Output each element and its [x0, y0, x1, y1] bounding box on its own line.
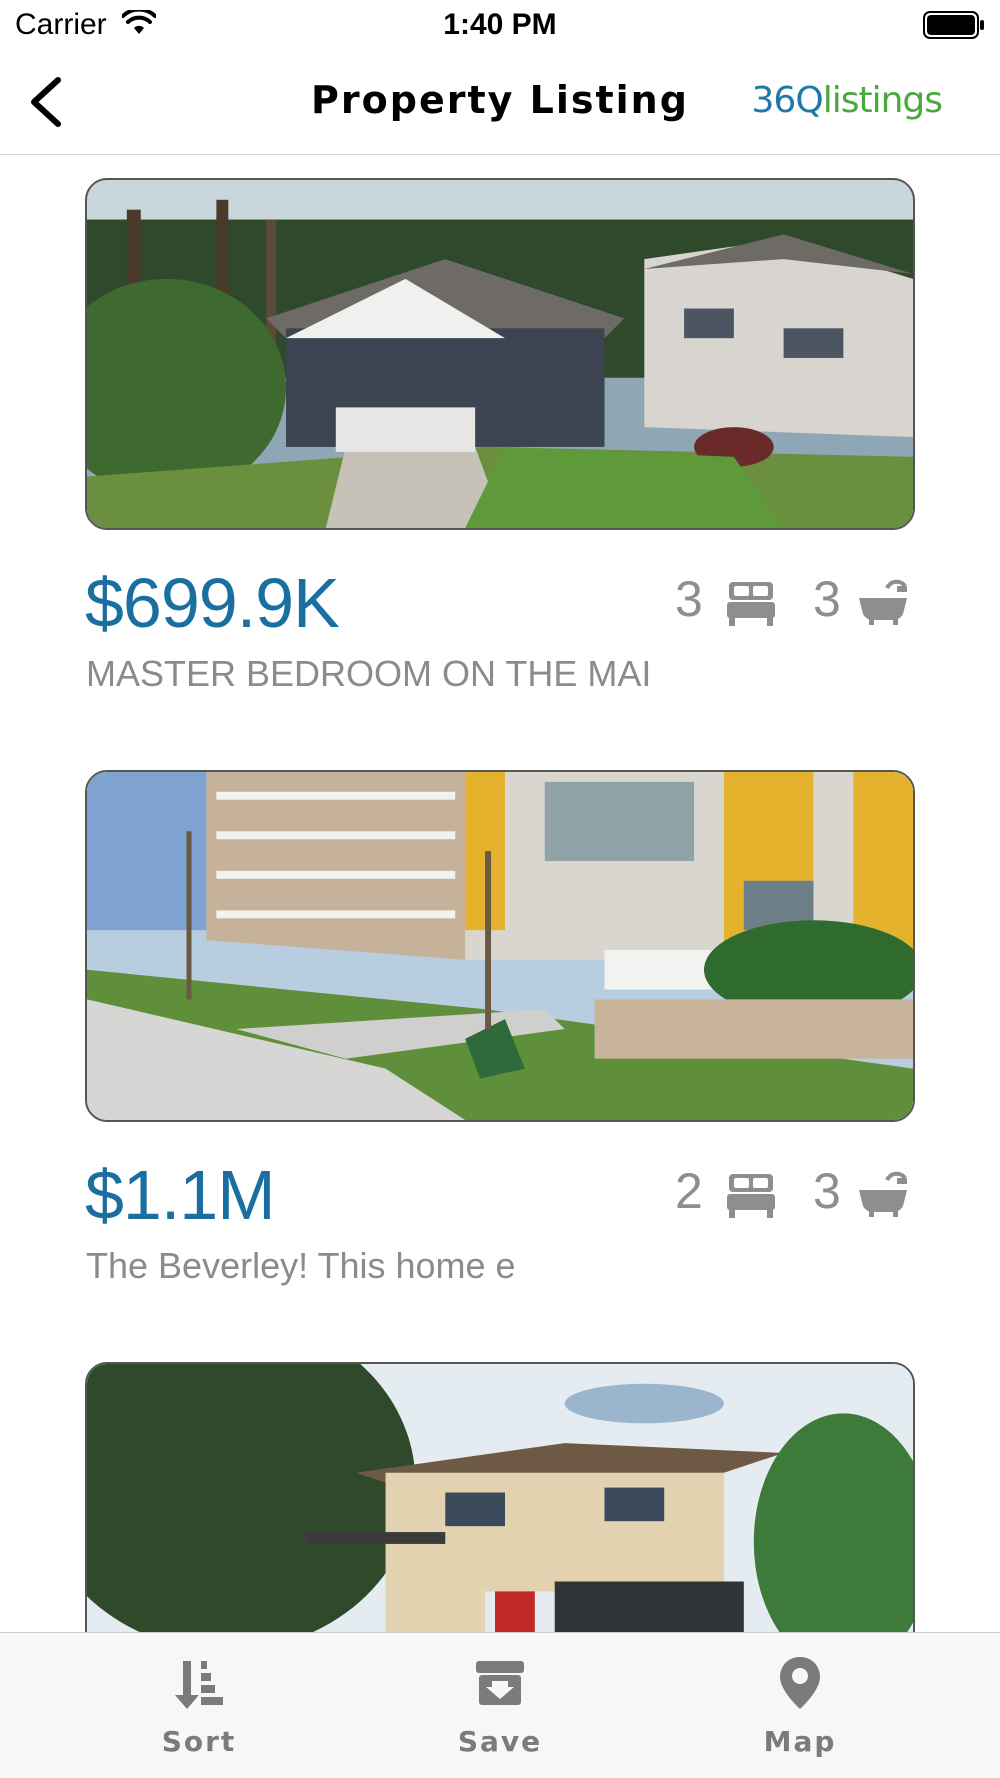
tab-sort[interactable]: Sort	[99, 1633, 299, 1778]
listing-description: MASTER BEDROOM ON THE MAI	[86, 653, 652, 694]
house-photo-image	[87, 1364, 913, 1632]
status-bar: Carrier 1:40 PM	[0, 0, 1000, 50]
bathtub-icon	[859, 1171, 907, 1217]
bed-count: 2	[675, 1163, 703, 1219]
listing-price: $699.9K	[85, 564, 340, 642]
logo-number: 36	[751, 80, 797, 121]
listing-card[interactable]: $1.1M The Beverley! This home e 2 3	[85, 770, 915, 1310]
battery-icon	[923, 11, 984, 39]
listing-description: The Beverley! This home e	[86, 1245, 516, 1286]
bathtub-icon	[859, 579, 907, 625]
bath-count: 3	[813, 571, 841, 627]
tab-save[interactable]: Save	[400, 1633, 600, 1778]
listing-photo[interactable]	[85, 1362, 915, 1632]
logo-word: listings	[822, 80, 943, 121]
bottom-tab-bar: Sort Save Map	[0, 1632, 1000, 1778]
tab-label: Save	[457, 1725, 543, 1758]
map-pin-icon	[780, 1657, 820, 1709]
clock: 1:40 PM	[443, 8, 557, 41]
bath-count: 3	[813, 1163, 841, 1219]
tab-label: Sort	[161, 1725, 237, 1758]
listing-photo[interactable]	[85, 770, 915, 1122]
bed-icon	[727, 582, 775, 626]
sort-icon	[175, 1661, 223, 1709]
tab-map[interactable]: Map	[700, 1633, 900, 1778]
listing-photo[interactable]	[85, 178, 915, 530]
bed-icon	[727, 1174, 775, 1218]
house-photo-image	[87, 180, 913, 528]
listing-card[interactable]	[85, 1362, 915, 1632]
listing-price: $1.1M	[85, 1156, 276, 1234]
navigation-bar: Property Listing 36Qlistings	[0, 50, 1000, 155]
tab-label: Map	[763, 1725, 837, 1758]
logo-letter: Q	[795, 80, 823, 121]
save-icon	[476, 1661, 524, 1705]
bed-count: 3	[675, 571, 703, 627]
listing-card[interactable]: $699.9K MASTER BEDROOM ON THE MAI 3 3	[85, 178, 915, 718]
condo-photo-image	[87, 772, 913, 1120]
brand-logo: 36Qlistings	[751, 80, 943, 130]
